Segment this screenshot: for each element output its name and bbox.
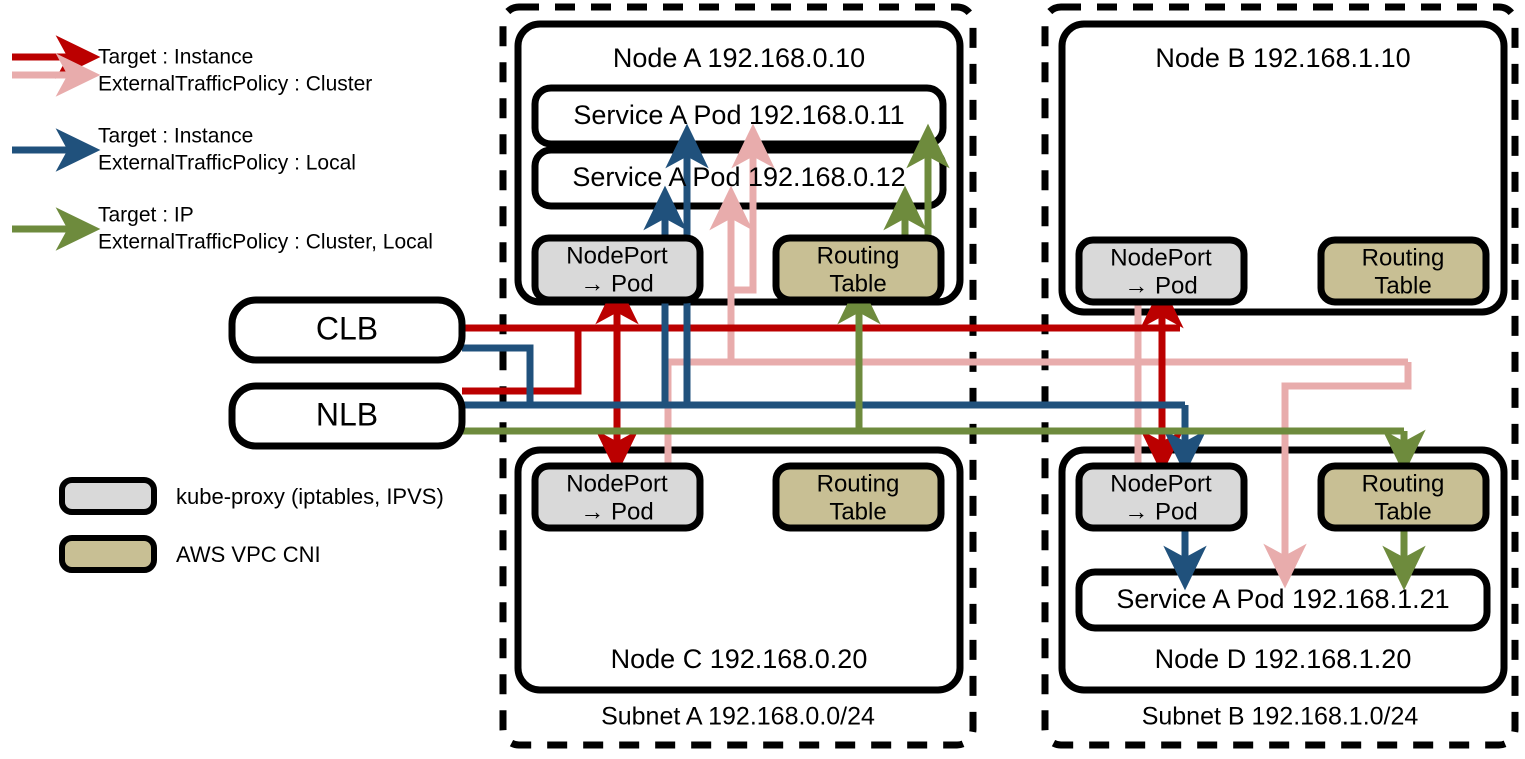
- node-a-pod-1-label: Service A Pod 192.168.0.11: [573, 100, 904, 130]
- legend-swatches: kube-proxy (iptables, IPVS) AWS VPC CNI: [59, 477, 444, 573]
- node-c-label: Node C 192.168.0.20: [611, 644, 868, 674]
- legend-flow-instance-local: Target : Instance ExternalTrafficPolicy …: [12, 125, 356, 175]
- red-clb-drop: [462, 324, 582, 395]
- legend-swatch-aws-vpc-cni: [59, 535, 157, 573]
- legend-flows: Target : Instance ExternalTrafficPolicy …: [12, 35, 433, 254]
- legend-label-ip-cluster-local-line2: ExternalTrafficPolicy : Cluster, Local: [98, 231, 433, 254]
- node-c-nodeport-label-line1: NodePort: [566, 470, 668, 497]
- legend-label-instance-cluster-line2: ExternalTrafficPolicy : Cluster: [98, 73, 372, 96]
- legend-swatch-kube-proxy: [59, 477, 157, 515]
- load-balancer-clb[interactable]: CLB: [228, 296, 466, 364]
- blue-clb-hook: [462, 344, 534, 405]
- legend-flow-ip-cluster-local: Target : IP ExternalTrafficPolicy : Clus…: [12, 204, 433, 254]
- diagram-canvas: Target : Instance ExternalTrafficPolicy …: [0, 0, 1525, 759]
- node-d-routing-label-line1: Routing: [1362, 470, 1445, 497]
- node-b-routing-label-line2: Table: [1374, 272, 1431, 299]
- node-a-routing-label-line1: Routing: [817, 242, 900, 269]
- legend-label-instance-local-line2: ExternalTrafficPolicy : Local: [98, 152, 356, 175]
- clb-label: CLB: [316, 310, 378, 346]
- legend-label-ip-cluster-local-line1: Target : IP: [98, 204, 194, 227]
- node-d-routing-label-line2: Table: [1374, 498, 1431, 525]
- node-c-nodeport-label-line2: → Pod: [580, 498, 653, 525]
- node-d-nodeport-label-line1: NodePort: [1110, 470, 1212, 497]
- node-c-routing-label-line2: Table: [829, 498, 886, 525]
- legend-label-instance-cluster-line1: Target : Instance: [98, 46, 253, 69]
- legend-flow-instance-cluster: Target : Instance ExternalTrafficPolicy …: [12, 35, 372, 97]
- load-balancer-nlb[interactable]: NLB: [228, 382, 466, 450]
- nlb-label: NLB: [316, 396, 378, 432]
- node-a-nodeport-label-line2: → Pod: [580, 270, 653, 297]
- node-b-label: Node B 192.168.1.10: [1155, 43, 1410, 73]
- node-b-nodeport-label-line1: NodePort: [1110, 244, 1212, 271]
- legend-swatch-label-aws-vpc-cni: AWS VPC CNI: [176, 542, 321, 567]
- node-b-routing-label-line1: Routing: [1362, 244, 1445, 271]
- subnet-b-label: Subnet B 192.168.1.0/24: [1142, 703, 1419, 731]
- legend-swatch-label-kube-proxy: kube-proxy (iptables, IPVS): [176, 484, 444, 509]
- node-d-nodeport-label-line2: → Pod: [1124, 498, 1197, 525]
- subnet-a-label: Subnet A 192.168.0.0/24: [601, 703, 875, 731]
- node-b-nodeport-label-line2: → Pod: [1124, 272, 1197, 299]
- legend-label-instance-local-line1: Target : Instance: [98, 125, 253, 148]
- node-a-label: Node A 192.168.0.10: [613, 43, 865, 73]
- node-a-routing-label-line2: Table: [829, 270, 886, 297]
- node-a-nodeport-label-line1: NodePort: [566, 242, 668, 269]
- node-c-routing-label-line1: Routing: [817, 470, 900, 497]
- node-d-label: Node D 192.168.1.20: [1155, 644, 1412, 674]
- node-a-pod-2-label: Service A Pod 192.168.0.12: [572, 162, 905, 192]
- node-d-pod-1-label: Service A Pod 192.168.1.21: [1116, 584, 1449, 614]
